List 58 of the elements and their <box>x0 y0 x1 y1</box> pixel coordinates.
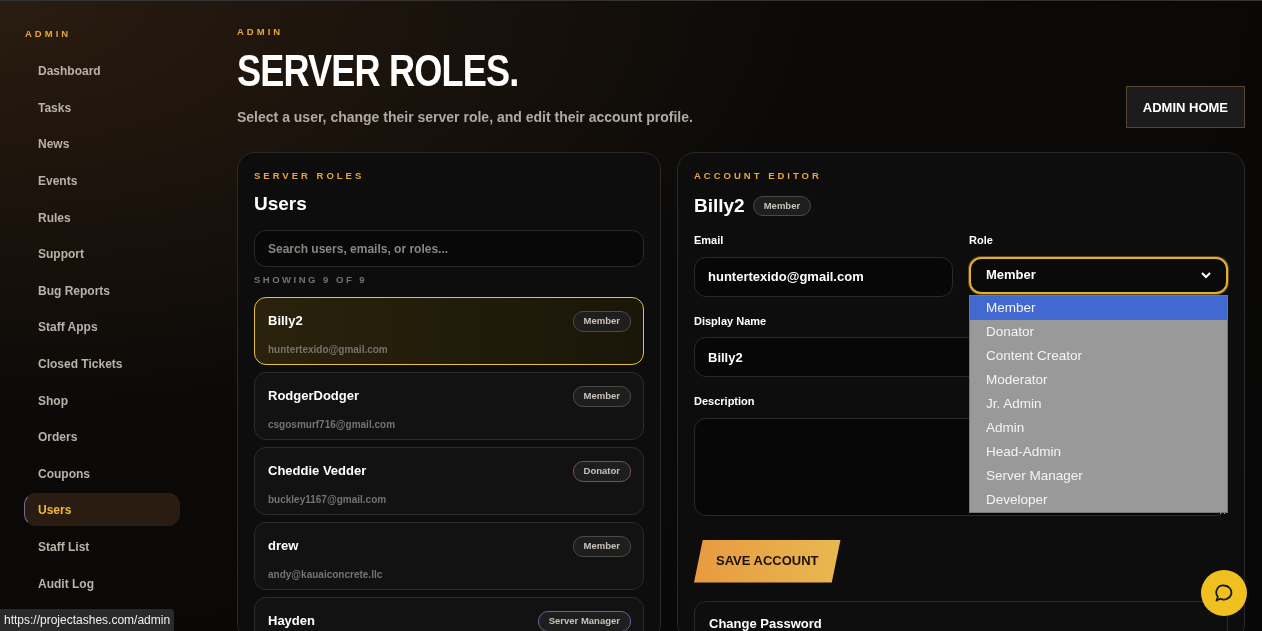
sidebar-item[interactable]: Staff List <box>24 529 180 563</box>
sidebar-item[interactable]: Rules <box>24 200 180 234</box>
field-label: Role <box>969 233 993 248</box>
page-subtitle: Select a user, change their server role, and edit their account profile. <box>237 108 693 128</box>
save-account-button[interactable]: SAVE ACCOUNT <box>694 539 841 583</box>
field-label: Email <box>694 233 724 248</box>
user-name: Billy2 <box>268 312 303 331</box>
user-card[interactable]: Cheddie Vedder Donator buckley1167@gmail.com <box>254 447 644 516</box>
sidebar-item[interactable]: Staff Apps <box>24 310 180 344</box>
admin-home-button[interactable]: ADMIN HOME <box>1125 86 1245 129</box>
chevron-icon <box>1201 271 1211 279</box>
sidebar-item[interactable]: Shop <box>24 383 180 417</box>
sidebar-item[interactable]: Tasks <box>24 90 180 124</box>
sidebar-item[interactable]: Closed Tickets <box>24 347 180 380</box>
sidebar-item[interactable]: Events <box>24 164 180 198</box>
user-card[interactable]: Billy2 Member huntertexido@gmail.com <box>254 297 644 366</box>
role-badge: Member <box>572 536 631 557</box>
user-name: Billy2 <box>694 193 745 218</box>
search-field[interactable]: Search users, emails, or roles... <box>254 230 644 267</box>
email-field[interactable]: huntertexido@gmail.com <box>694 256 953 297</box>
panel-eyebrow: SERVER ROLES <box>254 169 366 184</box>
user-name: Cheddie Vedder <box>268 462 367 481</box>
status-url: https://projectashes.com/admin <box>0 609 175 631</box>
user-email: huntertexido@gmail.com <box>268 342 389 357</box>
user-count: SHOWING 9 OF 9 <box>254 273 369 287</box>
user-email: buckley1167@gmail.com <box>268 492 388 507</box>
user-card[interactable]: drew Member andy@kauaiconcrete.llc <box>254 522 644 591</box>
user-card[interactable]: Hayden Server Manager <box>254 597 644 631</box>
field-label: Description <box>694 394 755 409</box>
sidebar-heading: ADMIN <box>24 27 73 41</box>
user-email: andy@kauaiconcrete.llc <box>268 567 384 582</box>
role-badge: Server Manager <box>537 611 631 631</box>
user-card[interactable]: RodgerDodger Member csgosmurf716@gmail.com <box>254 372 644 441</box>
user-email: csgosmurf716@gmail.com <box>268 417 397 432</box>
role-select[interactable]: Member <box>969 256 1228 294</box>
field-label: Display Name <box>694 313 767 329</box>
sidebar-item[interactable]: Orders <box>24 420 180 454</box>
sidebar-item[interactable]: News <box>24 127 180 161</box>
page-title: SERVER ROLES. <box>237 49 520 94</box>
section-title: Change Password <box>709 614 823 631</box>
panel-eyebrow: ACCOUNT EDITOR <box>694 169 823 184</box>
sidebar-item[interactable]: Bug Reports <box>24 273 180 307</box>
dropdown-option[interactable]: Member <box>970 295 1227 320</box>
panel-title: Users <box>254 191 308 216</box>
role-badge: Member <box>752 195 812 216</box>
sidebar-item[interactable]: Dashboard <box>24 54 180 88</box>
user-name: Hayden <box>268 612 315 631</box>
user-name: RodgerDodger <box>268 387 359 406</box>
chat-icon <box>1214 583 1234 603</box>
user-name: drew <box>268 537 299 556</box>
role-badge: Member <box>572 386 631 407</box>
sidebar-item[interactable]: Audit Log <box>24 566 180 600</box>
sidebar-item[interactable]: Support <box>24 237 180 271</box>
role-badge: Donator <box>572 461 631 482</box>
sidebar-item[interactable]: Users <box>24 493 180 527</box>
role-badge: Member <box>572 311 631 332</box>
sidebar-item[interactable]: Coupons <box>24 456 180 490</box>
page-eyebrow: ADMIN <box>237 25 285 39</box>
